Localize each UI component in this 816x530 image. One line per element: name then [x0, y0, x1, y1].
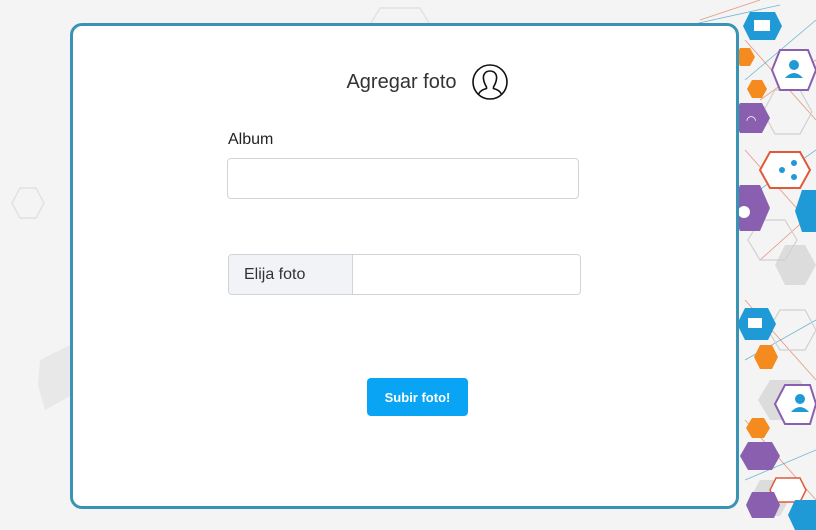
user-profile-icon — [471, 64, 508, 100]
album-label: Album — [228, 131, 274, 148]
upload-photo-card: Agregar foto Album Elija foto Subir foto… — [70, 23, 739, 509]
upload-photo-button[interactable]: Subir foto! — [367, 378, 468, 416]
file-name-display — [353, 255, 580, 294]
album-input[interactable] — [227, 158, 579, 199]
title-row: Agregar foto — [73, 62, 736, 102]
choose-photo-button[interactable]: Elija foto — [229, 255, 353, 294]
page-title: Agregar foto — [346, 70, 457, 93]
svg-text:◠: ◠ — [746, 113, 756, 127]
photo-file-input[interactable]: Elija foto — [228, 254, 581, 295]
